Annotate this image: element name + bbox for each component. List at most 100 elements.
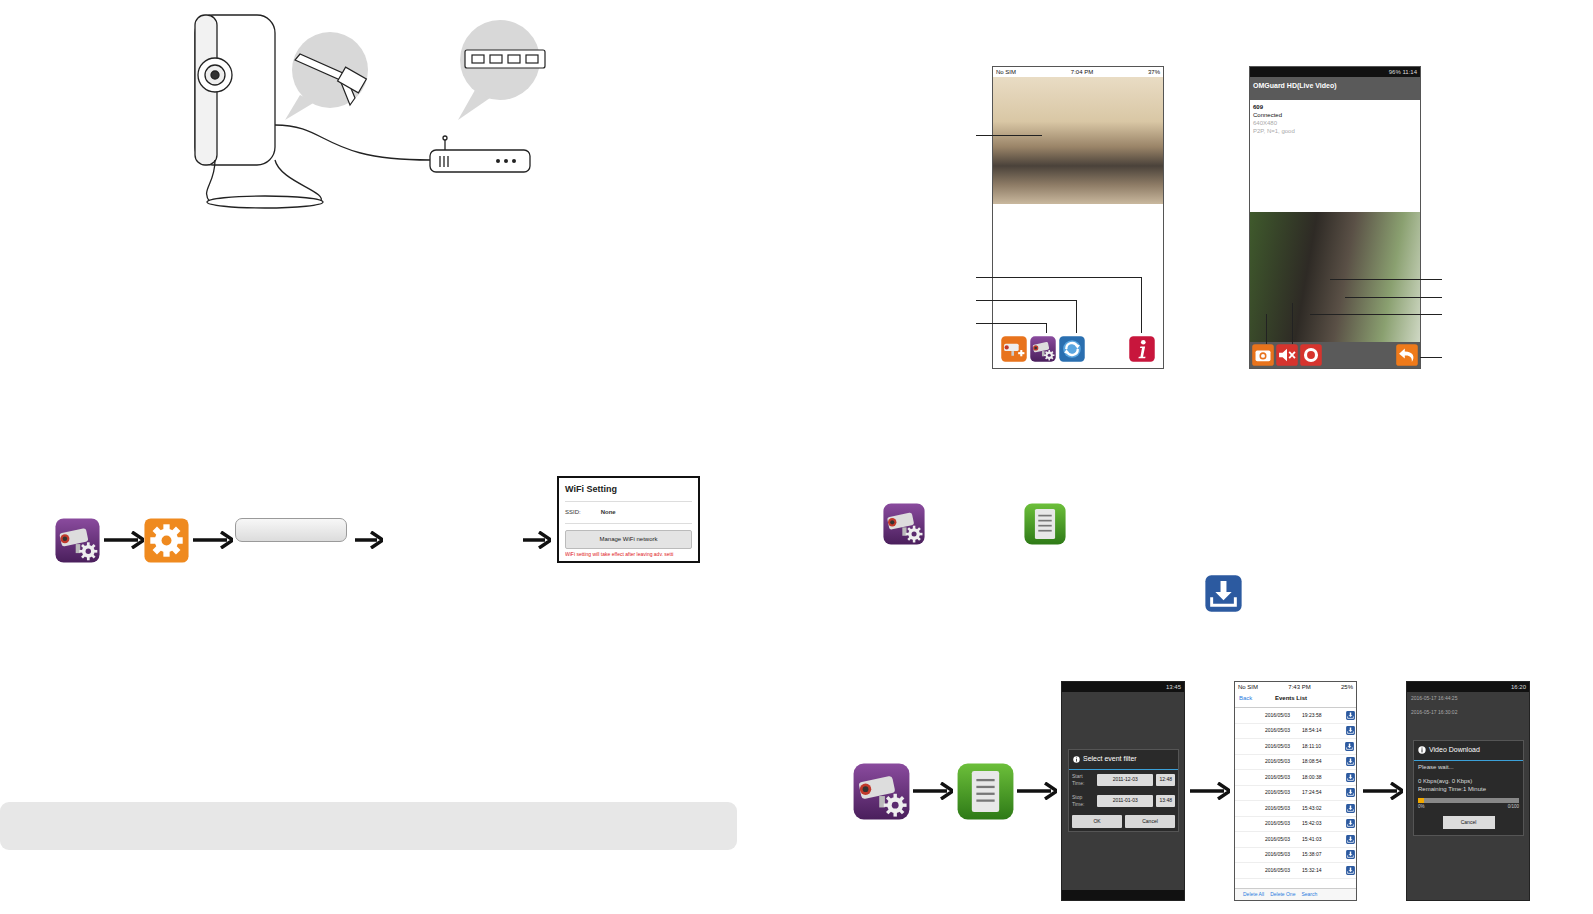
carrier: No SIM [1238, 684, 1258, 690]
live-video-image [1250, 212, 1420, 342]
event-date: 2016/05/03 [1265, 712, 1290, 720]
event-time: 18:08:54 [1302, 758, 1321, 766]
dialog-title: Select event filter [1083, 754, 1137, 765]
event-row[interactable]: 2016/05/03 18:11:10 [1235, 739, 1356, 755]
event-time: 17:24:54 [1302, 789, 1321, 797]
carrier: No SIM [996, 69, 1016, 75]
camera-router-illustration [190, 10, 550, 210]
back-button[interactable]: Back [1239, 694, 1275, 703]
clock: 7:04 PM [1071, 69, 1093, 75]
action-button[interactable]: Search [1301, 891, 1317, 899]
stop-time-field[interactable]: 13:48 [1156, 795, 1175, 807]
arrow-icon [355, 531, 383, 549]
mute-icon[interactable] [1276, 344, 1298, 366]
resolution: 640X480 [1253, 119, 1417, 127]
event-date: 2016/05/03 [1265, 805, 1290, 813]
camera-settings-icon[interactable] [1030, 336, 1056, 362]
clock: 11:14 [1402, 69, 1417, 75]
download-rate: 0 Kbps(avg. 0 Kbps) [1418, 777, 1519, 785]
advanced-button[interactable] [235, 518, 347, 542]
event-date: 2016/05/03 [1265, 743, 1290, 751]
event-date: 2016/05/03 [1265, 820, 1290, 828]
action-button[interactable]: Delete One [1270, 891, 1295, 899]
clock: 16:20 [1511, 684, 1526, 690]
download-icon[interactable] [1346, 711, 1355, 720]
arrow-icon [523, 531, 551, 549]
download-icon[interactable] [1346, 773, 1355, 782]
ssid-value: None [601, 508, 616, 517]
event-date: 2016/05/03 [1265, 867, 1290, 875]
event-row[interactable]: 2016/05/03 18:08:54 [1235, 755, 1356, 771]
event-date: 2016/05/03 [1265, 758, 1290, 766]
event-time: 19:23:58 [1302, 712, 1321, 720]
arrow-icon [1190, 782, 1230, 800]
live-video-image [993, 77, 1163, 204]
arrow-icon [1363, 782, 1403, 800]
manage-wifi-button[interactable]: Manage WiFi network [565, 530, 692, 549]
event-time: 18:11:10 [1302, 743, 1321, 751]
event-row[interactable]: 2016/05/03 19:23:58 [1235, 708, 1356, 724]
event-date: 2016/05/03 [1265, 836, 1290, 844]
event-row[interactable]: 2016/05/0318:00:38 [1235, 770, 1356, 786]
camera-settings-icon[interactable] [883, 503, 925, 545]
stop-date-field[interactable]: 2011-01-03 [1097, 795, 1153, 807]
note-bar [0, 802, 737, 850]
clock: 13:45 [1166, 684, 1181, 690]
device-id: 609 [1253, 103, 1417, 111]
event-list-icon[interactable] [957, 763, 1014, 820]
download-icon[interactable] [1346, 850, 1355, 859]
download-icon[interactable] [1346, 757, 1355, 766]
event-date: 2016/05/03 [1265, 851, 1290, 859]
event-row[interactable]: 2016/05/0318:54:14 [1235, 724, 1356, 740]
download-icon[interactable] [1346, 866, 1355, 875]
download-icon[interactable] [1346, 726, 1355, 735]
record-icon[interactable] [1300, 344, 1322, 366]
video-download-screen: 16:20 2016-05-17 16:44:252016-05-17 16:3… [1406, 681, 1530, 901]
battery: 37% [1148, 69, 1160, 75]
gear-icon[interactable] [144, 518, 189, 563]
camera-settings-icon[interactable] [853, 763, 910, 820]
event-time: 15:41:03 [1302, 836, 1321, 844]
wifi-setting-title: WiFi Setting [565, 483, 692, 502]
event-row[interactable]: 2016/05/0315:43:02 [1235, 801, 1356, 817]
snapshot-icon[interactable] [1252, 344, 1274, 366]
info-icon [1418, 746, 1426, 754]
download-icon[interactable] [1345, 742, 1354, 751]
camera-settings-icon[interactable] [55, 518, 100, 563]
cancel-button[interactable]: Cancel [1443, 816, 1495, 830]
event-row[interactable]: 2016/05/0317:24:54 [1235, 786, 1356, 802]
progress-count: 0/100 [1508, 804, 1519, 811]
back-icon[interactable] [1396, 344, 1418, 366]
start-label: Start Time: [1072, 773, 1094, 788]
android-live-view-screen: 96% 11:14 OMGuard HD(Live Video) 609 Con… [1249, 66, 1421, 369]
download-icon[interactable] [1346, 788, 1355, 797]
event-row[interactable]: 2016/05/03 15:38:07 [1235, 848, 1356, 864]
download-icon[interactable] [1205, 575, 1242, 612]
download-icon[interactable] [1346, 804, 1355, 813]
add-camera-icon[interactable] [1001, 336, 1027, 362]
start-date-field[interactable]: 2011-12-03 [1097, 774, 1153, 786]
download-icon[interactable] [1346, 819, 1355, 828]
event-row: 2016-05-17 16:30:02 [1407, 706, 1529, 720]
dialog-button[interactable]: OK [1072, 815, 1122, 829]
video-download-dialog: Video Download Please wait... 0 Kbps(avg… [1413, 740, 1524, 836]
start-time-field[interactable]: 12:48 [1156, 774, 1175, 786]
event-row[interactable]: 2016/05/0315:42:03 [1235, 817, 1356, 833]
refresh-icon[interactable] [1059, 336, 1085, 362]
download-icon[interactable] [1346, 835, 1355, 844]
event-list-icon[interactable] [1024, 503, 1066, 545]
event-time: 18:00:38 [1302, 774, 1321, 782]
action-button[interactable]: Delete All [1243, 891, 1264, 899]
wifi-note: WiFi setting will take effect after leav… [565, 551, 692, 559]
stop-label: Stop Time: [1072, 794, 1094, 809]
event-row[interactable]: 2016/05/03 15:41:03 [1235, 832, 1356, 848]
dialog-button[interactable]: Cancel [1125, 815, 1175, 829]
event-time: 15:32:14 [1302, 867, 1321, 875]
event-row[interactable]: 2016/05/03 15:32:14 [1235, 863, 1356, 879]
event-row: 2016-05-17 16:44:25 [1407, 692, 1529, 706]
screen-title: Events List [1275, 694, 1307, 703]
link-quality: P2P, N=1, good [1253, 127, 1417, 135]
event-time: 18:54:14 [1302, 727, 1321, 735]
info-icon[interactable] [1129, 336, 1155, 362]
event-time: 15:38:07 [1302, 851, 1321, 859]
